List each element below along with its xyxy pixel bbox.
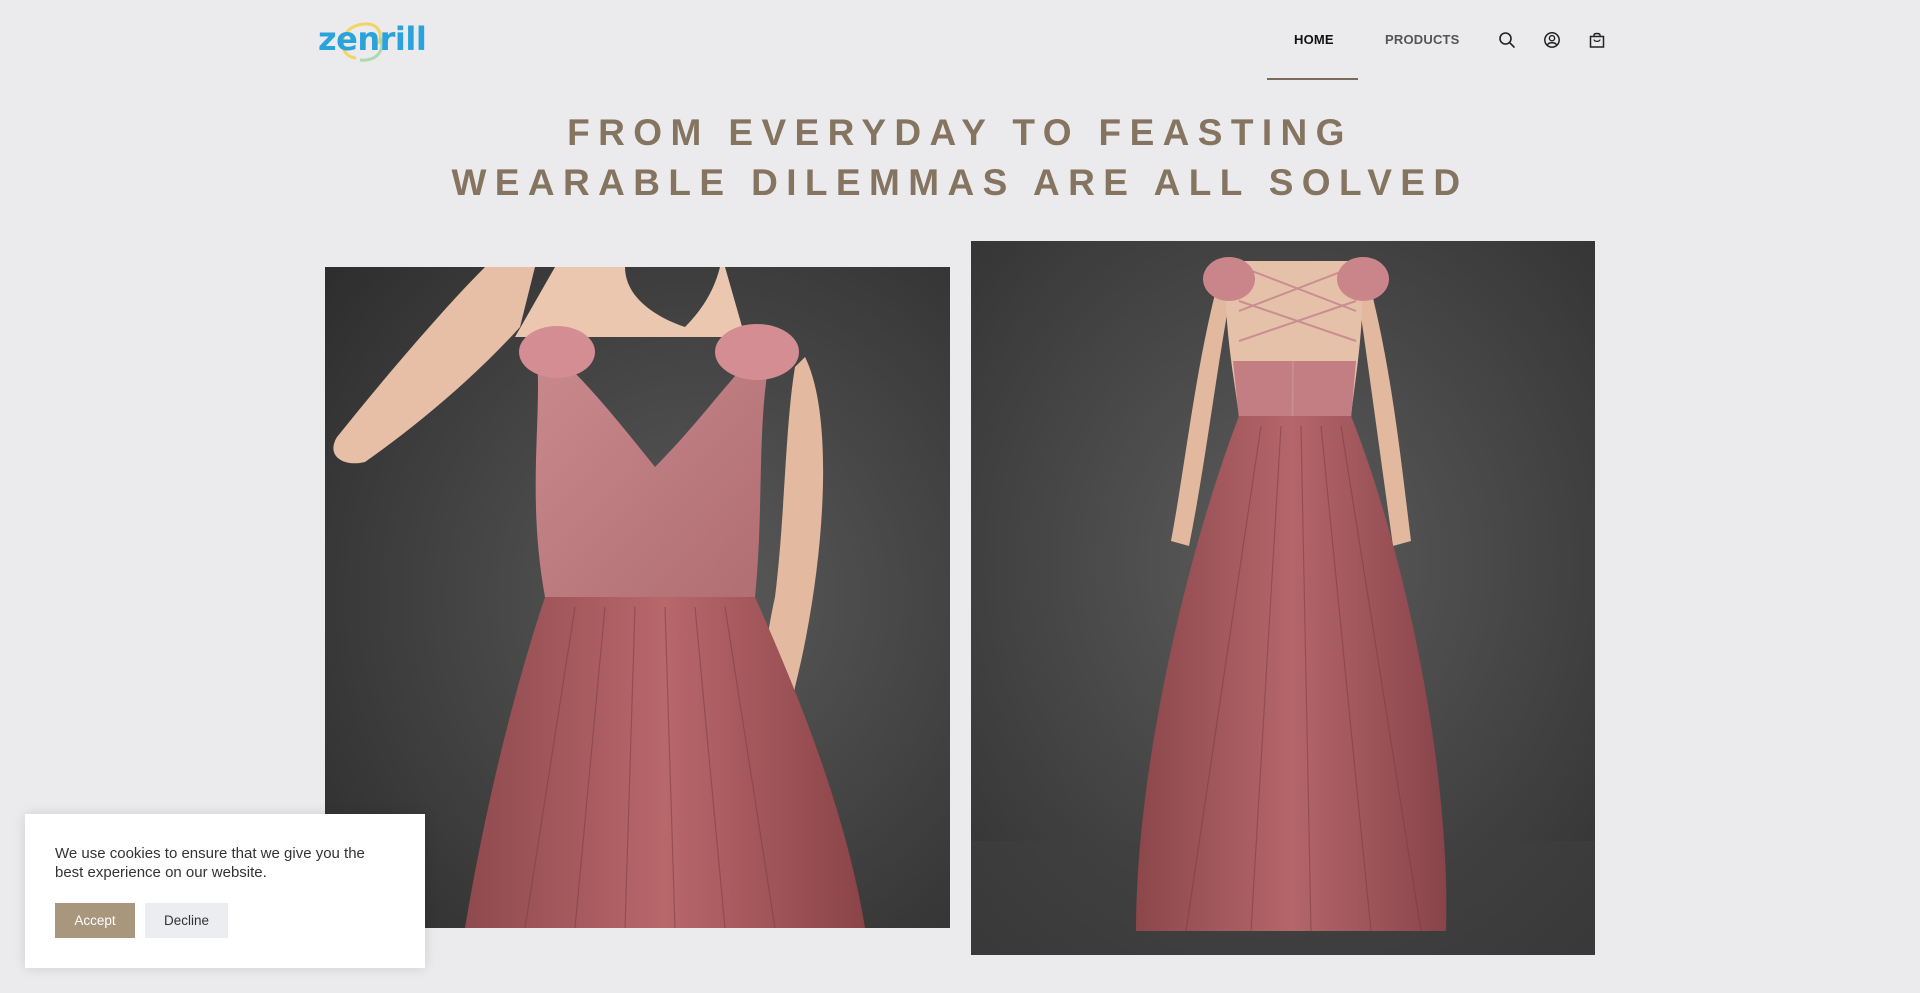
hero-title: FROM EVERYDAY TO FEASTING WEARABLE DILEM… — [0, 108, 1920, 208]
hero-title-line-1: FROM EVERYDAY TO FEASTING — [567, 112, 1353, 153]
nav-home[interactable]: HOME — [1294, 32, 1334, 47]
cookie-message: We use cookies to ensure that we give yo… — [55, 845, 365, 881]
nav-products[interactable]: PRODUCTS — [1385, 32, 1460, 47]
decline-button[interactable]: Decline — [145, 903, 228, 938]
logo[interactable]: zenrill — [316, 14, 427, 64]
cart-icon[interactable] — [1588, 31, 1606, 49]
logo-text: zenrill — [318, 20, 427, 58]
hero-title-line-2: WEARABLE DILEMMAS ARE ALL SOLVED — [451, 162, 1469, 203]
cookie-banner: We use cookies to ensure that we give yo… — [25, 814, 425, 968]
search-icon[interactable] — [1498, 31, 1516, 49]
accept-button[interactable]: Accept — [55, 903, 135, 938]
account-icon[interactable] — [1543, 31, 1561, 49]
product-image-back[interactable] — [971, 241, 1595, 955]
nav-active-underline — [1267, 78, 1358, 80]
site-header: zenrill HOME PRODUCTS — [0, 0, 1920, 80]
